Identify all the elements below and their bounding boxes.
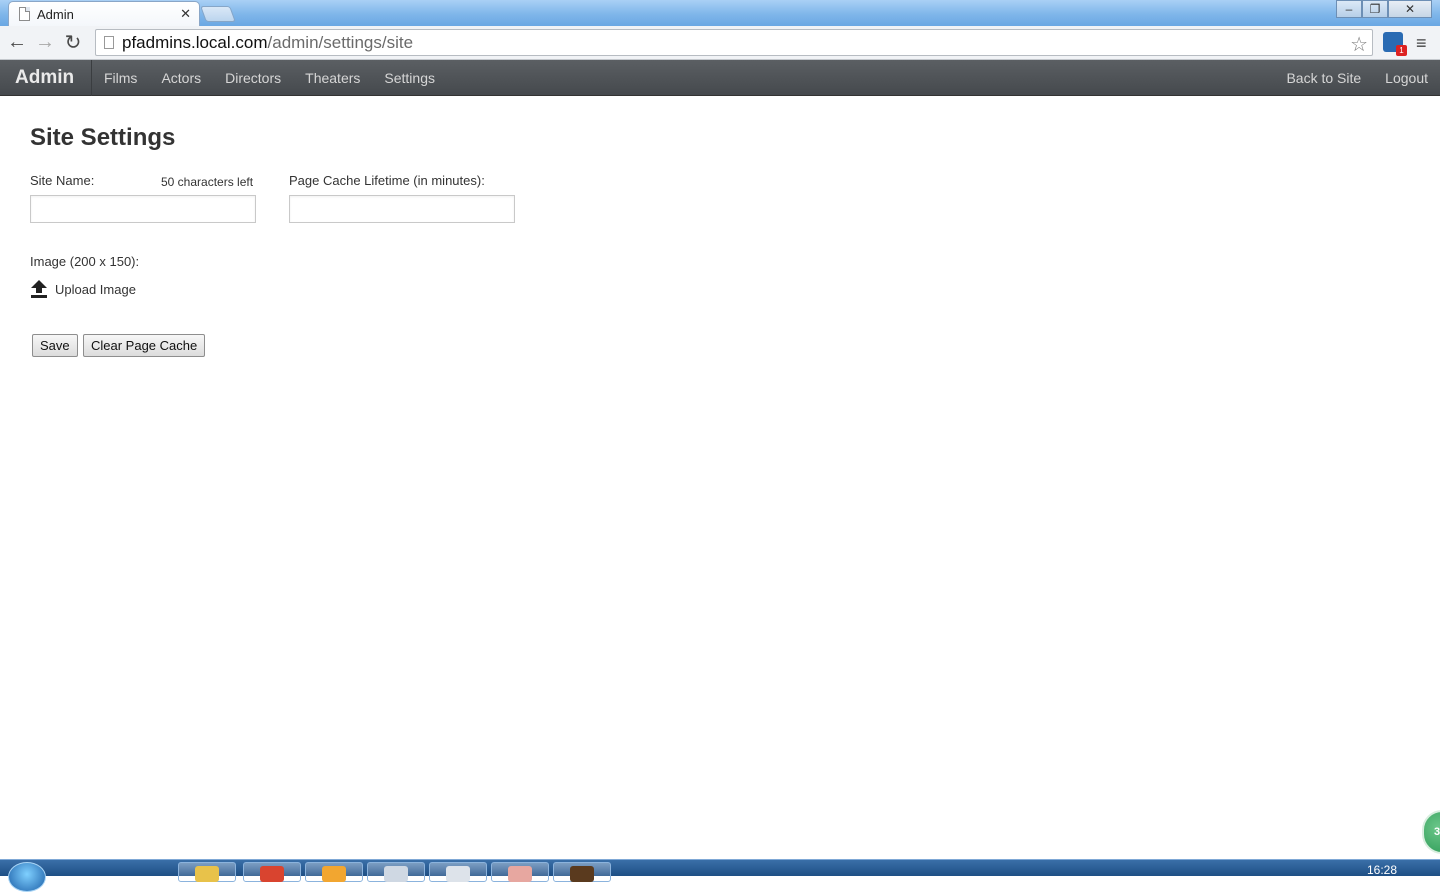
- taskbar-app[interactable]: [305, 862, 363, 882]
- bookmark-star-icon[interactable]: ☆: [1350, 32, 1368, 57]
- image-label: Image (200 x 150):: [30, 254, 140, 269]
- tab-close-icon[interactable]: ✕: [180, 6, 191, 22]
- floating-badge[interactable]: 38: [1422, 810, 1440, 854]
- save-button[interactable]: Save: [32, 334, 78, 357]
- new-tab-button[interactable]: [200, 6, 236, 22]
- minimize-icon[interactable]: –: [1336, 0, 1362, 18]
- address-bar[interactable]: pfadmins.local.com /admin/settings/site …: [95, 29, 1373, 56]
- upload-image-label: Upload Image: [55, 281, 136, 297]
- taskbar-window[interactable]: [367, 862, 425, 882]
- close-window-icon[interactable]: ✕: [1388, 0, 1432, 18]
- nav-logout[interactable]: Logout: [1373, 60, 1440, 96]
- nav-left: Films Actors Directors Theaters Settings: [92, 60, 447, 96]
- page-icon: [19, 7, 30, 21]
- cache-lifetime-label: Page Cache Lifetime (in minutes):: [289, 173, 485, 188]
- browser-titlebar: Admin ✕ – ❐ ✕: [0, 0, 1440, 26]
- restore-icon[interactable]: ❐: [1362, 0, 1388, 18]
- tab-title: Admin: [37, 6, 74, 22]
- taskbar-explorer[interactable]: [178, 862, 236, 882]
- forward-icon[interactable]: →: [31, 29, 59, 57]
- nav-right: Back to Site Logout: [1274, 60, 1440, 96]
- site-name-char-counter: 50 characters left: [161, 175, 254, 189]
- nav-directors[interactable]: Directors: [213, 60, 293, 96]
- page-title: Site Settings: [30, 124, 176, 151]
- nav-films[interactable]: Films: [92, 60, 149, 96]
- upload-icon: [31, 280, 47, 298]
- upload-image-link[interactable]: Upload Image: [30, 279, 136, 299]
- brand-link[interactable]: Admin: [0, 60, 92, 96]
- page-icon: [104, 36, 114, 49]
- nav-settings[interactable]: Settings: [372, 60, 447, 96]
- browser-toolbar: ← → ↻ pfadmins.local.com /admin/settings…: [0, 26, 1440, 60]
- back-icon[interactable]: ←: [3, 29, 31, 57]
- taskbar-chrome[interactable]: [243, 862, 301, 882]
- admin-navbar: Admin Films Actors Directors Theaters Se…: [0, 60, 1440, 96]
- url-host: pfadmins.local.com: [122, 32, 268, 52]
- taskbar-media[interactable]: [553, 862, 611, 882]
- taskbar-clock: 16:28: [1366, 863, 1397, 877]
- taskbar-editor[interactable]: [491, 862, 549, 882]
- cache-lifetime-input[interactable]: [289, 195, 515, 223]
- extension-icon[interactable]: [1383, 32, 1407, 56]
- menu-icon[interactable]: ≡: [1416, 33, 1427, 54]
- start-button[interactable]: [8, 862, 46, 892]
- window-controls: – ❐ ✕: [1336, 0, 1432, 18]
- clear-page-cache-button[interactable]: Clear Page Cache: [83, 334, 206, 357]
- taskbar-notepad[interactable]: [429, 862, 487, 882]
- nav-actors[interactable]: Actors: [149, 60, 213, 96]
- nav-back-to-site[interactable]: Back to Site: [1274, 60, 1373, 96]
- url-path: /admin/settings/site: [267, 32, 414, 52]
- site-name-input[interactable]: [30, 195, 256, 223]
- nav-theaters[interactable]: Theaters: [293, 60, 372, 96]
- browser-tab[interactable]: Admin ✕: [8, 1, 200, 26]
- taskbar: 16:28: [0, 859, 1440, 892]
- reload-icon[interactable]: ↻: [59, 29, 87, 57]
- site-name-label: Site Name:: [30, 173, 95, 188]
